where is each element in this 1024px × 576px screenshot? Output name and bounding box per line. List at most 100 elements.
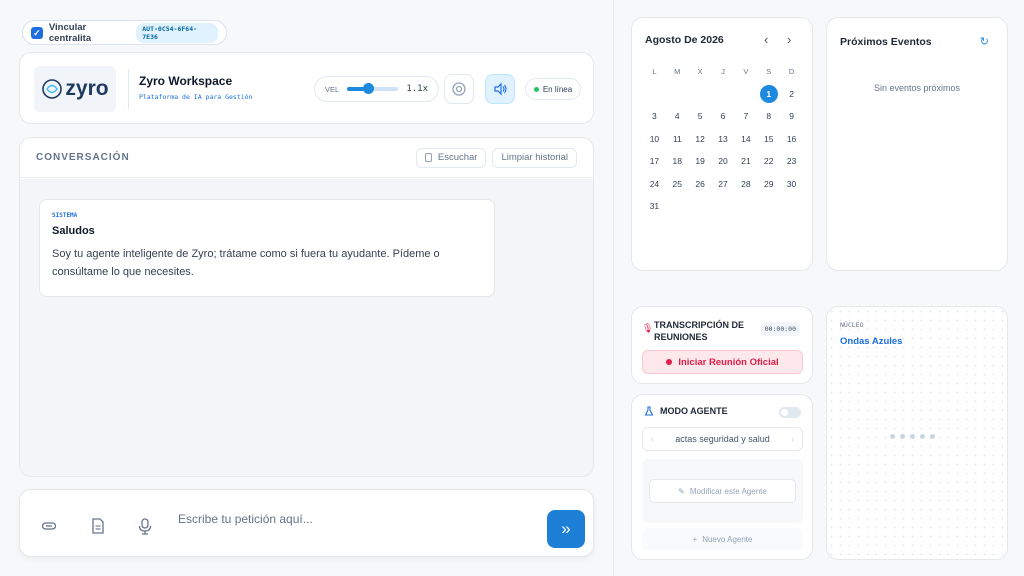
zyro-logo: zyro xyxy=(34,66,116,112)
calendar-day[interactable]: 15 xyxy=(757,128,780,151)
calendar-day[interactable]: 14 xyxy=(734,128,757,151)
calendar-month-title: Agosto De 2026 xyxy=(645,34,724,46)
calendar-widget: Agosto De 2026 ‹ › L M X J V S D 1 2 3 4 5 6 7 8 9 10 11 1… xyxy=(631,17,813,271)
calendar-day[interactable]: 2 xyxy=(780,83,803,106)
calendar-day[interactable]: 20 xyxy=(712,150,735,173)
volume-button[interactable] xyxy=(485,74,515,104)
status-text: En línea xyxy=(542,84,573,94)
target-icon xyxy=(452,82,466,96)
microphone-button[interactable] xyxy=(135,516,155,536)
calendar-day[interactable]: 22 xyxy=(757,150,780,173)
calendar-day[interactable]: 3 xyxy=(643,105,666,128)
microphone-icon xyxy=(138,517,152,535)
calendar-day[interactable]: 11 xyxy=(666,128,689,151)
workspace-title: Zyro Workspace xyxy=(139,74,233,88)
calendar-day[interactable]: 17 xyxy=(643,150,666,173)
workspace-header: zyro Zyro Workspace Plataforma de IA par… xyxy=(19,52,594,124)
weekday-label: X xyxy=(697,66,703,76)
workspace-subtitle: Plataforma de IA para Gestión xyxy=(139,93,253,101)
agent-mode-toggle[interactable] xyxy=(779,407,801,418)
microphone-icon: 🎙 xyxy=(642,323,654,333)
calendar-day[interactable]: 12 xyxy=(689,128,712,151)
core-name: Ondas Azules xyxy=(840,336,903,347)
speed-label: VEL xyxy=(325,84,340,94)
online-dot-icon xyxy=(533,86,539,92)
calendar-day[interactable]: 13 xyxy=(712,128,735,151)
chevron-left-icon[interactable]: ‹ xyxy=(651,434,654,444)
modify-agent-label: Modificar este Agente xyxy=(689,486,767,496)
composer: Escribe tu petición aquí... » xyxy=(19,489,594,557)
pbx-link-toggle[interactable]: ✓ Vincular centralita AUT-0C54-6F64-7E36 xyxy=(22,20,227,45)
prev-month-button[interactable]: ‹ xyxy=(764,32,768,47)
calendar-day[interactable]: 28 xyxy=(734,173,757,196)
calendar-day[interactable]: 4 xyxy=(666,105,689,128)
agent-mode-panel: MODO AGENTE ‹ actas seguridad y salud › … xyxy=(631,394,813,560)
flask-icon xyxy=(644,406,654,416)
message-sender-tag: SISTEMA xyxy=(52,212,78,219)
calendar-day[interactable]: 21 xyxy=(734,150,757,173)
edit-icon: ✎ xyxy=(678,486,685,496)
new-agent-label: Nuevo Agente xyxy=(702,534,753,544)
calendar-day[interactable]: 16 xyxy=(780,128,803,151)
speed-slider-handle[interactable] xyxy=(362,83,374,94)
message-list: SISTEMA Saludos Soy tu agente inteligent… xyxy=(20,179,593,476)
calendar-blank xyxy=(666,83,689,106)
weekday-label: S xyxy=(766,66,772,76)
calendar-day-today[interactable]: 1 xyxy=(759,84,778,103)
calendar-day[interactable]: 26 xyxy=(689,173,712,196)
calendar-day[interactable]: 24 xyxy=(643,173,666,196)
attach-button[interactable] xyxy=(39,516,59,536)
calendar-day[interactable]: 27 xyxy=(712,173,735,196)
calendar-day[interactable]: 31 xyxy=(643,195,666,218)
new-agent-button[interactable]: + Nuevo Agente xyxy=(642,528,803,550)
start-meeting-button[interactable]: Iniciar Reunión Oficial xyxy=(642,350,803,374)
speed-slider[interactable] xyxy=(347,83,399,94)
calendar-blank xyxy=(689,83,712,106)
calendar-day[interactable]: 6 xyxy=(712,105,735,128)
listen-label: Escuchar xyxy=(437,152,478,163)
calendar-day[interactable]: 23 xyxy=(780,150,803,173)
events-empty-message: Sin eventos próximos xyxy=(873,83,961,93)
pbx-label: Vincular centralita xyxy=(48,21,92,44)
modify-agent-button[interactable]: ✎ Modificar este Agente xyxy=(649,479,796,503)
phone-icon xyxy=(424,153,432,162)
agent-mode-title: MODO AGENTE xyxy=(660,406,728,416)
refresh-icon[interactable]: ↻ xyxy=(980,35,989,48)
message-title: Saludos xyxy=(52,225,95,237)
listen-button[interactable]: Escuchar xyxy=(415,147,487,168)
speed-value: 1.1x xyxy=(406,84,428,94)
calendar-day[interactable]: 10 xyxy=(643,128,666,151)
calendar-day[interactable]: 8 xyxy=(757,105,780,128)
conversation-panel: CONVERSACIÓN Escuchar Limpiar historial … xyxy=(19,137,594,477)
next-month-button[interactable]: › xyxy=(787,32,791,47)
settings-button[interactable] xyxy=(444,74,474,104)
calendar-blank xyxy=(712,83,735,106)
calendar-day[interactable]: 30 xyxy=(780,173,803,196)
calendar-day[interactable]: 5 xyxy=(689,105,712,128)
calendar-day[interactable]: 7 xyxy=(734,105,757,128)
clear-history-button[interactable]: Limpiar historial xyxy=(492,147,577,168)
agent-selector[interactable]: ‹ actas seguridad y salud › xyxy=(642,427,803,451)
calendar-day[interactable]: 9 xyxy=(780,105,803,128)
send-button[interactable]: » xyxy=(547,510,585,548)
calendar-day[interactable]: 18 xyxy=(666,150,689,173)
status-badge: En línea xyxy=(525,78,581,100)
calendar-blank xyxy=(734,83,757,106)
calendar-day[interactable]: 25 xyxy=(666,173,689,196)
calendar-day[interactable]: 29 xyxy=(757,173,780,196)
request-input[interactable]: Escribe tu petición aquí... xyxy=(178,512,313,526)
message-body: Soy tu agente inteligente de Zyro; tráta… xyxy=(52,248,440,278)
document-icon xyxy=(92,518,104,534)
agent-details-area: ✎ Modificar este Agente xyxy=(642,459,803,523)
checkbox-icon[interactable]: ✓ xyxy=(31,26,43,39)
calendar-day[interactable]: 1 xyxy=(757,83,780,106)
transcription-title: TRANSCRIPCIÓN DE REUNIONES xyxy=(654,320,745,342)
document-button[interactable] xyxy=(88,516,108,536)
chevron-right-icon[interactable]: › xyxy=(791,434,794,444)
logo-text: zyro xyxy=(65,77,109,100)
speed-control: VEL 1.1x xyxy=(314,76,439,102)
calendar-day[interactable]: 19 xyxy=(689,150,712,173)
weekday-label: V xyxy=(743,66,749,76)
meeting-transcription-panel: 🎙 TRANSCRIPCIÓN DE REUNIONES 00:00:00 In… xyxy=(631,306,813,384)
core-panel: NÚCLEO Ondas Azules xyxy=(826,306,1008,560)
